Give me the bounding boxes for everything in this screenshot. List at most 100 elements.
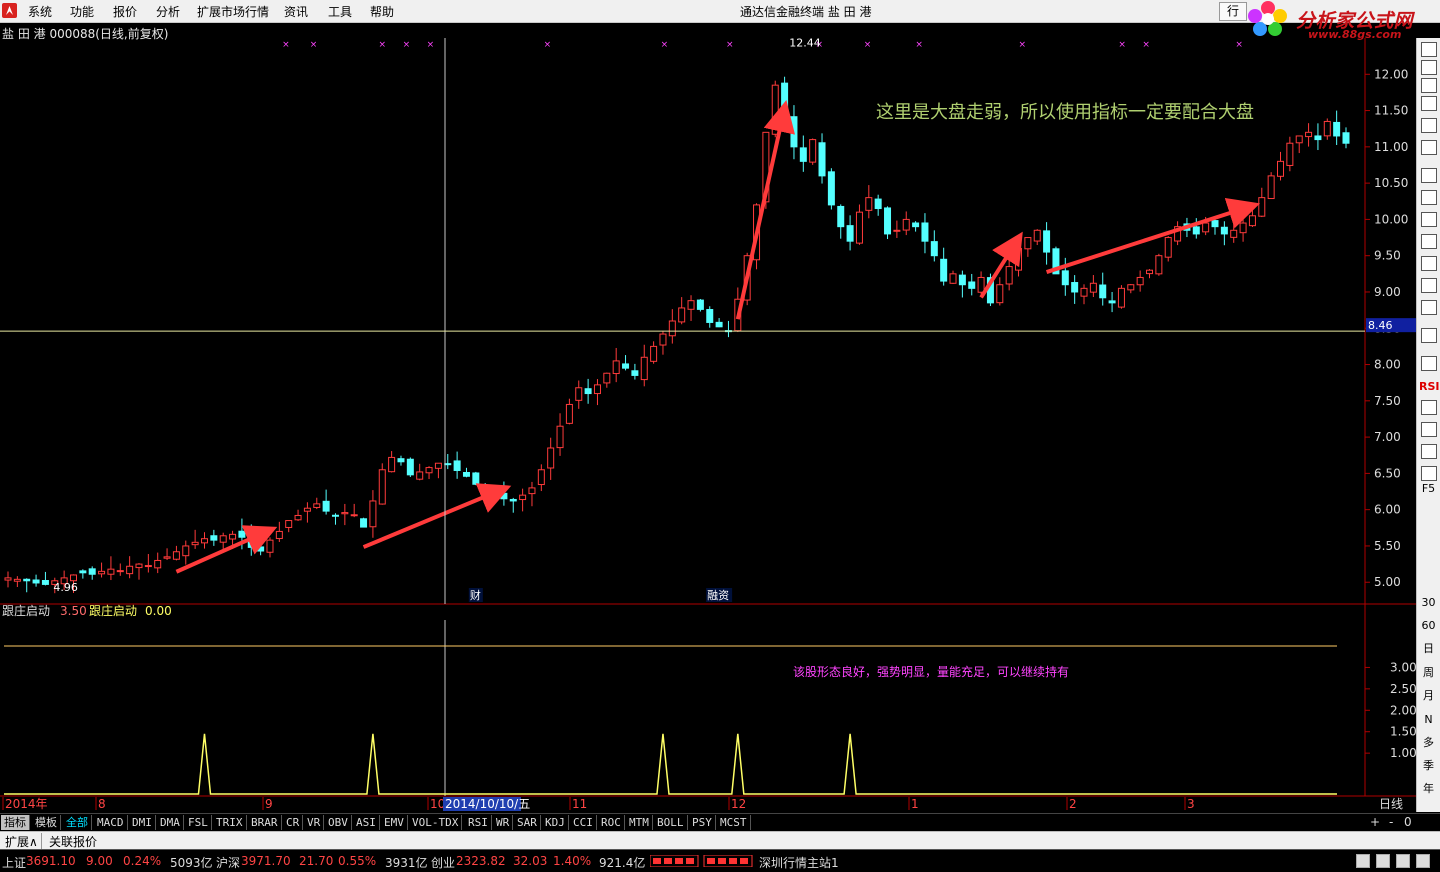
indicator-tab-dma[interactable]: DMA <box>157 815 184 830</box>
network-icon[interactable] <box>1416 854 1430 868</box>
indicator-tab-cr[interactable]: CR <box>283 815 304 830</box>
candle-body <box>472 472 480 485</box>
menu-tools[interactable]: 工具 <box>328 3 352 20</box>
event-label[interactable]: 财 <box>470 588 481 602</box>
indicator-tab-emv[interactable]: EMV <box>381 815 408 830</box>
toolbar-list-icon[interactable] <box>1421 78 1437 93</box>
menu-analysis[interactable]: 分析 <box>156 3 180 20</box>
toolbar-grid-icon[interactable] <box>1421 328 1437 343</box>
toolbar-fx-icon[interactable] <box>1421 278 1437 293</box>
toolbar-fi-icon[interactable] <box>1421 212 1437 227</box>
candle-body <box>1117 287 1125 308</box>
candle-body <box>874 198 882 210</box>
candle-body <box>1024 237 1032 250</box>
toolbar-right-icon[interactable] <box>1421 466 1437 481</box>
indicator-tick-label: 2.50 <box>1390 682 1416 696</box>
indicator-tab-指标[interactable]: 指标 <box>1 815 30 830</box>
indicator-tab-trix[interactable]: TRIX <box>213 815 247 830</box>
candle-body <box>500 492 508 500</box>
toolbar-year[interactable]: 年 <box>1419 780 1438 797</box>
tab-related-quote[interactable]: 关联报价 <box>46 833 100 850</box>
indicator-tab-sar[interactable]: SAR <box>514 815 541 830</box>
toolbar-table-icon[interactable] <box>1421 96 1437 111</box>
candle-body <box>481 486 489 493</box>
toolbar-up-icon[interactable] <box>1421 42 1437 57</box>
tabs-reset-button[interactable]: 0 <box>1404 815 1412 829</box>
indicator-tab-mcst[interactable]: MCST <box>717 815 751 830</box>
toolbar-rsi[interactable]: RSI <box>1419 378 1440 395</box>
menu-system[interactable]: 系统 <box>28 3 52 20</box>
candle-body <box>341 512 349 515</box>
candle-body <box>893 229 901 232</box>
kline-chart[interactable]: × × × × × × × × × × × × × × × 12.0011.5011.0010.5010.0… <box>0 38 1416 813</box>
signal-marker: × <box>915 40 923 50</box>
toolbar-down-icon[interactable] <box>1421 60 1437 75</box>
indicator-tab-rsi[interactable]: RSI <box>465 815 492 830</box>
candle-body <box>1015 247 1023 271</box>
signal-marker: × <box>726 40 734 50</box>
indicator-tab-macd[interactable]: MACD <box>94 815 128 830</box>
tabs-add-button[interactable]: + <box>1370 815 1380 829</box>
indicator-tab-vol-tdx[interactable]: VOL-TDX <box>409 815 463 830</box>
alert-icon[interactable] <box>1376 854 1390 868</box>
menu-help[interactable]: 帮助 <box>370 3 394 20</box>
toolbar-page-icon[interactable] <box>1421 168 1437 183</box>
indicator-tab-boll[interactable]: BOLL <box>654 815 688 830</box>
toolbar-day[interactable]: 日 <box>1419 640 1438 657</box>
indicator-tab-brar[interactable]: BRAR <box>248 815 282 830</box>
toolbar-left-icon[interactable] <box>1421 444 1437 459</box>
toolbar-quarter[interactable]: 季 <box>1419 757 1438 774</box>
candle-body <box>303 507 311 512</box>
candle-body <box>1230 229 1238 238</box>
signal-marker: × <box>427 40 435 50</box>
settings-icon[interactable] <box>1396 854 1410 868</box>
toolbar-info-icon[interactable] <box>1421 300 1437 315</box>
candle-body <box>416 471 424 480</box>
toolbar-kline-icon[interactable] <box>1421 118 1437 133</box>
candle-body <box>144 565 152 568</box>
toolbar-multi[interactable]: 多 <box>1419 734 1438 751</box>
toolbar-n-day[interactable]: N <box>1419 711 1438 728</box>
indicator-tab-psy[interactable]: PSY <box>689 815 716 830</box>
candle-body <box>135 563 143 569</box>
toolbar-f1-icon[interactable] <box>1421 234 1437 249</box>
toolbar-f10-icon[interactable] <box>1421 190 1437 205</box>
toolbar-bars-icon[interactable] <box>1421 140 1437 155</box>
window-icon[interactable] <box>1356 854 1370 868</box>
indicator-tab-全部[interactable]: 全部 <box>63 815 92 830</box>
candle-body <box>631 370 639 376</box>
indicator-tab-fsl[interactable]: FSL <box>185 815 212 830</box>
toolbar-month[interactable]: 月 <box>1419 687 1438 704</box>
menu-extended-market[interactable]: 扩展市场行情 <box>197 3 269 20</box>
toolbar-zoom-icon[interactable] <box>1421 400 1437 415</box>
indicator-tab-kdj[interactable]: KDJ <box>542 815 569 830</box>
tabs-remove-button[interactable]: - <box>1389 815 1393 829</box>
indicator-tab-wr[interactable]: WR <box>493 815 514 830</box>
indicator-tab-模板[interactable]: 模板 <box>32 815 61 830</box>
x-tick-label: 9 <box>265 797 273 811</box>
candle-body <box>687 300 695 310</box>
indicator-tab-asi[interactable]: ASI <box>353 815 380 830</box>
candle-body <box>855 211 863 244</box>
indicator-tab-vr[interactable]: VR <box>304 815 325 830</box>
indicator-tab-obv[interactable]: OBV <box>325 815 352 830</box>
toolbar-move-icon[interactable] <box>1421 422 1437 437</box>
candle-body <box>612 360 620 375</box>
toolbar-week[interactable]: 周 <box>1419 664 1438 681</box>
toolbar-f2-icon[interactable] <box>1421 256 1437 271</box>
candle-body <box>425 467 433 474</box>
indicator-tab-roc[interactable]: ROC <box>598 815 625 830</box>
event-label[interactable]: 融资 <box>707 589 729 602</box>
tab-extension[interactable]: 扩展∧ <box>2 833 42 850</box>
candle-body <box>210 535 218 541</box>
indicator-tab-cci[interactable]: CCI <box>570 815 597 830</box>
indicator-tab-dmi[interactable]: DMI <box>129 815 156 830</box>
menu-function[interactable]: 功能 <box>70 3 94 20</box>
toolbar-f5[interactable]: F5 <box>1419 480 1438 497</box>
menu-quote[interactable]: 报价 <box>113 3 137 20</box>
indicator-tab-mtm[interactable]: MTM <box>626 815 653 830</box>
toolbar-60min[interactable]: 60 <box>1419 617 1438 634</box>
toolbar-wave-icon[interactable] <box>1421 356 1437 371</box>
menu-news[interactable]: 资讯 <box>284 3 308 20</box>
toolbar-30min[interactable]: 30 <box>1419 594 1438 611</box>
